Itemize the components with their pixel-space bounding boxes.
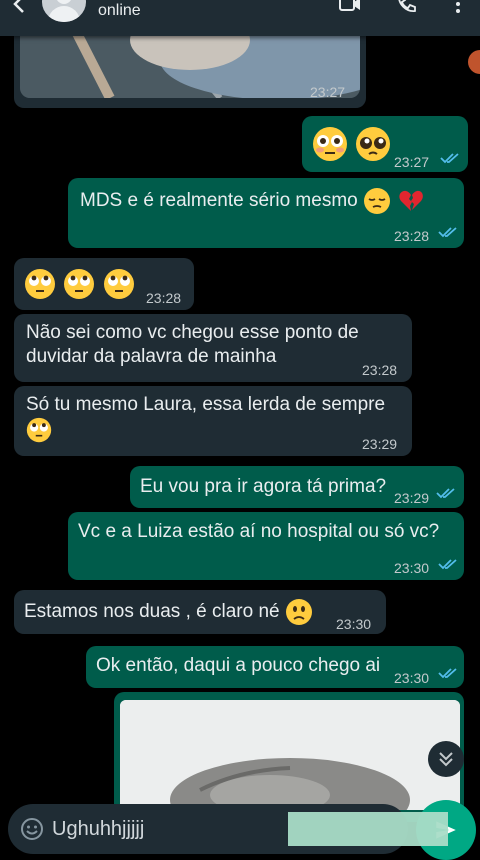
pleading-face-icon [356,127,391,161]
message-outgoing[interactable]: Eu vou pra ir agora tá prima? 23:29 [130,466,464,508]
message-time: 23:28 [394,228,430,244]
flushed-face-icon [313,127,347,161]
message-time: 23:28 [146,290,182,306]
broken-heart-icon [399,190,424,211]
message-incoming[interactable]: Estamos nos duas , é claro né 23:30 [14,590,386,634]
video-call-icon[interactable] [338,0,362,16]
scroll-down-button[interactable] [428,741,464,777]
scroll-down-icon [439,752,453,767]
redaction-overlay [288,812,448,846]
message-outgoing[interactable]: 23:27 [302,116,468,172]
frowning-face-icon [285,599,312,625]
message-image-outgoing[interactable] [114,692,464,822]
double-check-icon [438,668,457,679]
message-text: MDS e é realmente sério mesmo [80,190,358,212]
message-incoming[interactable]: 23:28 [14,258,194,310]
message-time: 23:29 [394,490,430,506]
back-arrow-icon[interactable] [8,0,32,16]
message-text: Só tu mesmo Laura, essa lerda de sempre [26,394,386,415]
double-check-icon [438,559,457,570]
chat-header: online [0,0,480,36]
notification-dot [468,50,480,74]
message-time: 23:27 [394,154,430,170]
message-text: Estamos nos duas , é claro né [24,601,280,623]
message-outgoing[interactable]: Vc e a Luiza estão aí no hospital ou só … [68,512,464,580]
avatar[interactable] [42,0,86,22]
double-check-icon [440,153,459,164]
double-check-icon [436,488,455,499]
rolling-eyes-face-icon [25,269,55,299]
message-time: 23:28 [362,362,398,378]
photo-thumbnail[interactable] [120,700,460,810]
contact-status: online [98,2,141,19]
rolling-eyes-face-icon [103,269,134,299]
message-time: 23:30 [394,670,430,686]
double-check-icon [438,227,457,238]
emoji-icon[interactable] [20,817,44,841]
message-input-value: Ughuhhjjjjj [52,818,145,840]
message-outgoing[interactable]: MDS e é realmente sério mesmo 23:28 [68,178,464,248]
message-time: 23:29 [362,436,398,452]
message-incoming[interactable]: Não sei como vc chegou esse ponto de duv… [14,314,412,382]
message-incoming[interactable]: Só tu mesmo Laura, essa lerda de sempre … [14,386,412,456]
rolling-eyes-face-icon [64,269,95,299]
rolling-eyes-face-icon [26,417,52,443]
message-time: 23:27 [310,84,346,100]
message-text: Eu vou pra ir agora tá prima? [140,476,387,497]
message-time: 23:30 [336,616,372,632]
message-time: 23:30 [394,560,430,576]
message-text: Não sei como vc chegou esse ponto de duv… [26,322,359,367]
message-text: Vc e a Luiza estão aí no hospital ou só … [78,521,440,542]
voice-call-icon[interactable] [394,0,418,16]
message-text: Ok então, daqui a pouco chego ai [96,655,381,676]
pensive-face-icon [364,188,390,214]
message-outgoing[interactable]: Ok então, daqui a pouco chego ai 23:30 [86,646,464,688]
more-options-icon[interactable] [446,0,470,16]
